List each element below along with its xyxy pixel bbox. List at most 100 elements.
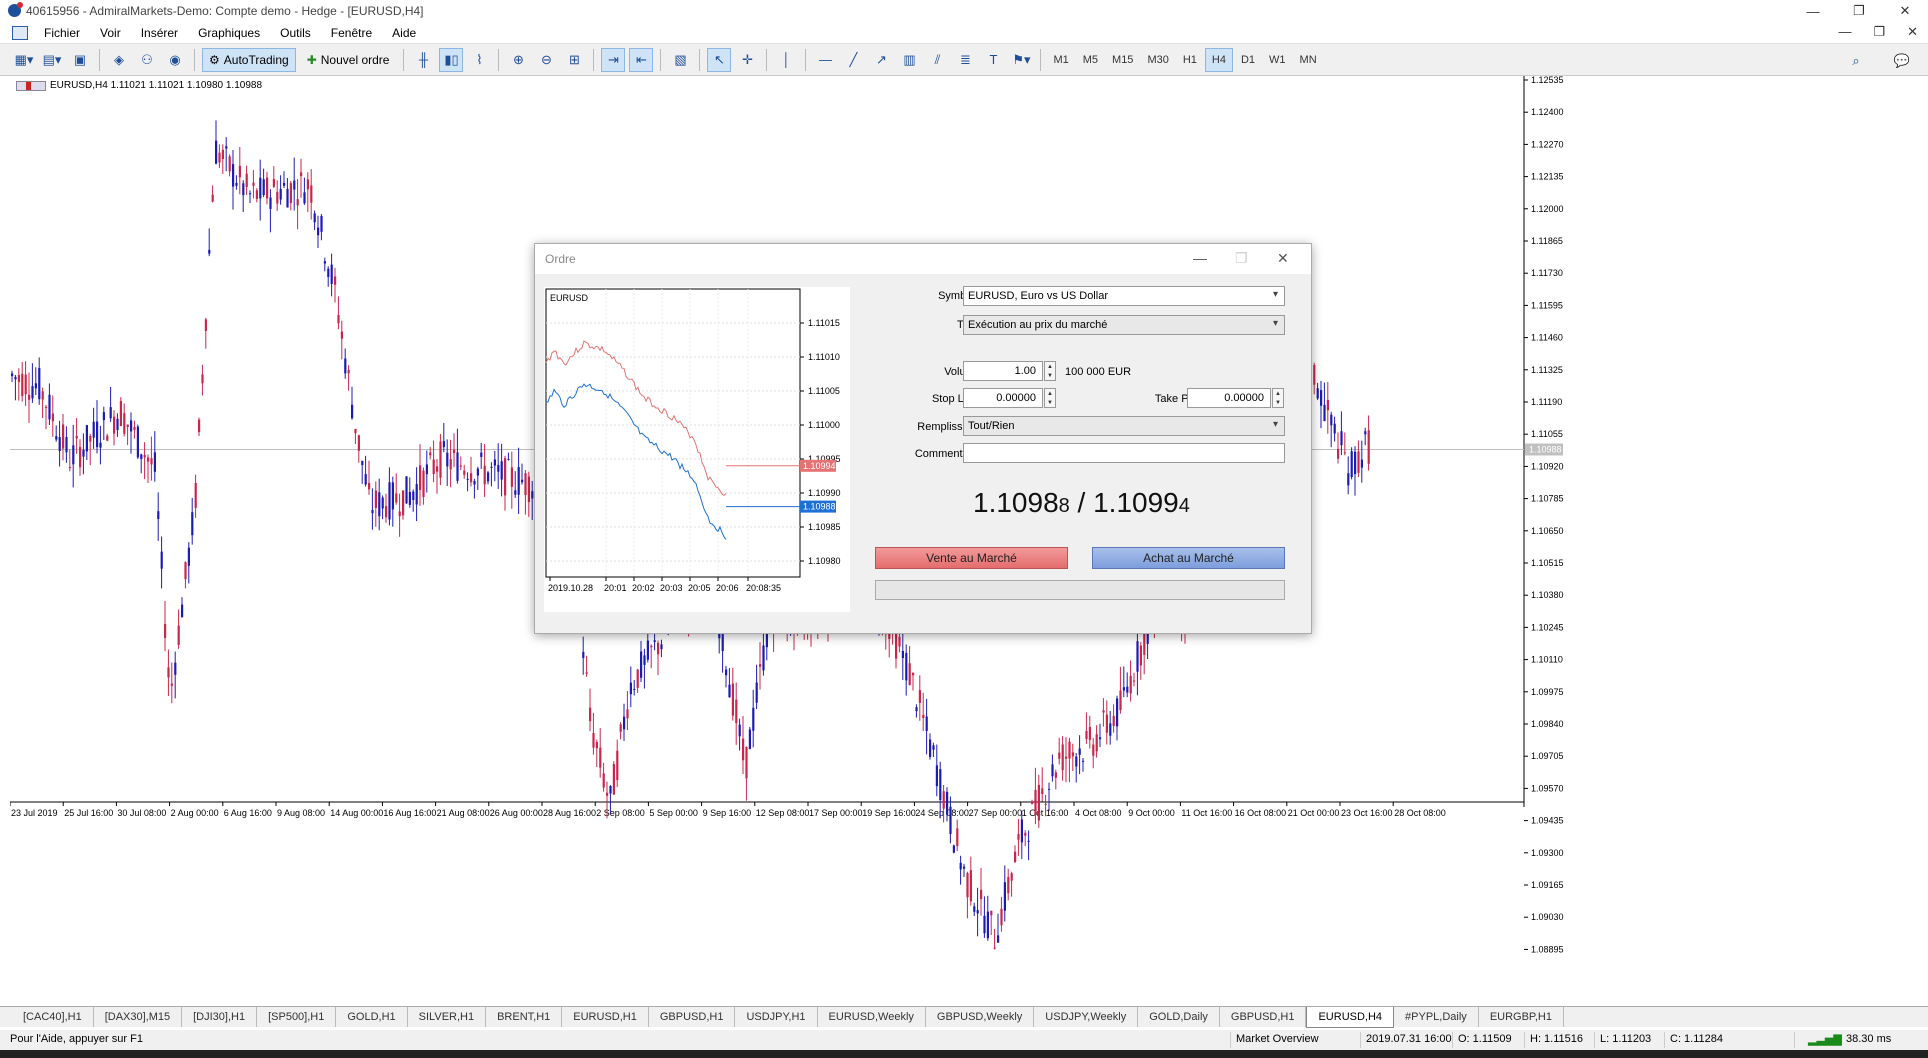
tf-m1[interactable]: M1: [1047, 48, 1074, 72]
chart-tab[interactable]: USDJPY,H1: [735, 1007, 818, 1027]
zoom-out-icon[interactable]: ⊖: [534, 48, 558, 72]
chart-tab[interactable]: [DJI30],H1: [182, 1007, 258, 1027]
text-icon[interactable]: T: [981, 48, 1005, 72]
dialog-close-button[interactable]: ✕: [1277, 250, 1289, 267]
type-select[interactable]: Exécution au prix du marché ▾: [963, 315, 1285, 335]
buy-market-button[interactable]: Achat au Marché: [1092, 547, 1285, 569]
tf-h1[interactable]: H1: [1177, 48, 1203, 72]
candle-body: [980, 889, 983, 899]
new-order-button[interactable]: ✚ Nouvel ordre: [300, 48, 397, 72]
tf-h4[interactable]: H4: [1204, 47, 1233, 72]
tf-d1[interactable]: D1: [1235, 48, 1261, 72]
chart-tab[interactable]: [SP500],H1: [257, 1007, 337, 1027]
candlestick-icon[interactable]: ▮▯: [439, 47, 464, 72]
tf-m15[interactable]: M15: [1106, 48, 1139, 72]
indicators-icon[interactable]: ▧: [668, 48, 692, 72]
chart-tab[interactable]: USDJPY,Weekly: [1034, 1007, 1139, 1027]
arrow-line-icon[interactable]: ↗: [869, 48, 893, 72]
price-label: 1.10245: [1531, 622, 1564, 632]
bar-chart-icon[interactable]: ╫: [411, 48, 435, 72]
line-chart-icon[interactable]: ⌇: [467, 48, 491, 72]
chart-window-icon[interactable]: [12, 25, 28, 40]
tf-m30[interactable]: M30: [1141, 48, 1174, 72]
price-label: 1.11595: [1531, 300, 1563, 310]
chart-tab[interactable]: SILVER,H1: [408, 1007, 487, 1027]
autotrading-button[interactable]: ⚙ AutoTrading: [202, 47, 296, 72]
cursor-icon[interactable]: ↖: [707, 47, 732, 72]
stop-loss-spinner[interactable]: ▲ ▼: [1044, 388, 1056, 408]
menu-outils[interactable]: Outils: [270, 26, 321, 40]
take-profit-input[interactable]: 0.00000: [1187, 388, 1271, 408]
fibonacci-fan-icon[interactable]: ⫽: [925, 48, 949, 72]
chart-tab[interactable]: EURUSD,Weekly: [818, 1007, 926, 1027]
zoom-in-icon[interactable]: ⊕: [506, 48, 530, 72]
tf-w1[interactable]: W1: [1263, 48, 1292, 72]
candle-body: [249, 193, 252, 195]
chart-tab[interactable]: GOLD,Daily: [1138, 1007, 1220, 1027]
candle-body: [1340, 431, 1343, 446]
mdi-restore-button[interactable]: ❐: [1873, 24, 1885, 40]
horizontal-line-icon[interactable]: —: [813, 48, 837, 72]
chart-tab[interactable]: GBPUSD,Weekly: [926, 1007, 1035, 1027]
chart-tab[interactable]: GOLD,H1: [336, 1007, 408, 1027]
chart-tab[interactable]: [DAX30],M15: [94, 1007, 183, 1027]
chart-tab[interactable]: #PYPL,Daily: [1394, 1007, 1479, 1027]
maximize-button[interactable]: ❐: [1836, 0, 1882, 22]
chart-tab[interactable]: EURGBP,H1: [1479, 1007, 1564, 1027]
terminal-icon[interactable]: ⚇: [135, 48, 159, 72]
chart-tab[interactable]: GBPUSD,H1: [649, 1007, 736, 1027]
crosshair-icon[interactable]: ✛: [735, 48, 759, 72]
menu-graphiques[interactable]: Graphiques: [188, 26, 270, 40]
market-watch-icon[interactable]: ▣: [68, 48, 92, 72]
fill-select[interactable]: Tout/Rien ▾: [963, 416, 1285, 436]
profiles-icon[interactable]: ▤▾: [40, 48, 64, 72]
time-label: 9 Aug 08:00: [277, 808, 325, 818]
candle-body: [276, 191, 279, 204]
candle-body: [1095, 734, 1098, 752]
chart-tab[interactable]: BRENT,H1: [486, 1007, 563, 1027]
dialog-minimize-button[interactable]: —: [1193, 250, 1207, 266]
navigator-icon[interactable]: ◈: [107, 48, 131, 72]
chart-tab[interactable]: [CAC40],H1: [12, 1007, 94, 1027]
menu-fenetre[interactable]: Fenêtre: [321, 26, 382, 40]
shapes-icon[interactable]: ⚑▾: [1009, 48, 1033, 72]
chart-shift-icon[interactable]: ⇤: [629, 47, 654, 72]
vertical-line-icon[interactable]: │: [774, 48, 798, 72]
candle-body: [109, 407, 112, 419]
tf-mn[interactable]: MN: [1294, 48, 1323, 72]
candle-body: [51, 413, 54, 422]
signals-icon[interactable]: ◉: [163, 48, 187, 72]
candle-body: [1024, 832, 1027, 836]
chat-icon[interactable]: 💬: [1890, 49, 1914, 73]
volume-spinner[interactable]: ▲ ▼: [1044, 361, 1056, 381]
chart-tab[interactable]: GBPUSD,H1: [1220, 1007, 1307, 1027]
tile-windows-icon[interactable]: ⊞: [562, 48, 586, 72]
channel-icon[interactable]: ▥: [897, 48, 921, 72]
stop-loss-input[interactable]: 0.00000: [963, 388, 1043, 408]
autoscroll-icon[interactable]: ⇥: [601, 47, 626, 72]
mdi-minimize-button[interactable]: —: [1838, 24, 1851, 40]
search-icon[interactable]: ⌕: [1844, 49, 1868, 73]
close-button[interactable]: ✕: [1882, 0, 1928, 22]
minimize-button[interactable]: —: [1790, 0, 1836, 22]
fibonacci-icon[interactable]: ≣: [953, 48, 977, 72]
chart-tab[interactable]: EURUSD,H1: [562, 1007, 649, 1027]
menu-aide[interactable]: Aide: [382, 26, 426, 40]
menu-inserer[interactable]: Insérer: [131, 26, 188, 40]
candle-body: [181, 604, 184, 618]
trendline-icon[interactable]: ╱: [841, 48, 865, 72]
mdi-close-button[interactable]: ✕: [1907, 24, 1918, 40]
comment-input[interactable]: [963, 443, 1285, 463]
sell-market-button[interactable]: Vente au Marché: [875, 547, 1068, 569]
candle-body: [619, 724, 622, 732]
volume-input[interactable]: 1.00: [963, 361, 1043, 381]
price-label: 1.10515: [1531, 558, 1564, 568]
new-chart-icon[interactable]: ▦▾: [12, 48, 36, 72]
tf-m5[interactable]: M5: [1077, 48, 1104, 72]
menu-fichier[interactable]: Fichier: [34, 26, 90, 40]
candle-body: [102, 412, 105, 421]
symbol-select[interactable]: EURUSD, Euro vs US Dollar ▾: [963, 286, 1285, 306]
take-profit-spinner[interactable]: ▲ ▼: [1272, 388, 1284, 408]
chart-tab[interactable]: EURUSD,H4: [1306, 1007, 1395, 1028]
menu-voir[interactable]: Voir: [90, 26, 131, 40]
